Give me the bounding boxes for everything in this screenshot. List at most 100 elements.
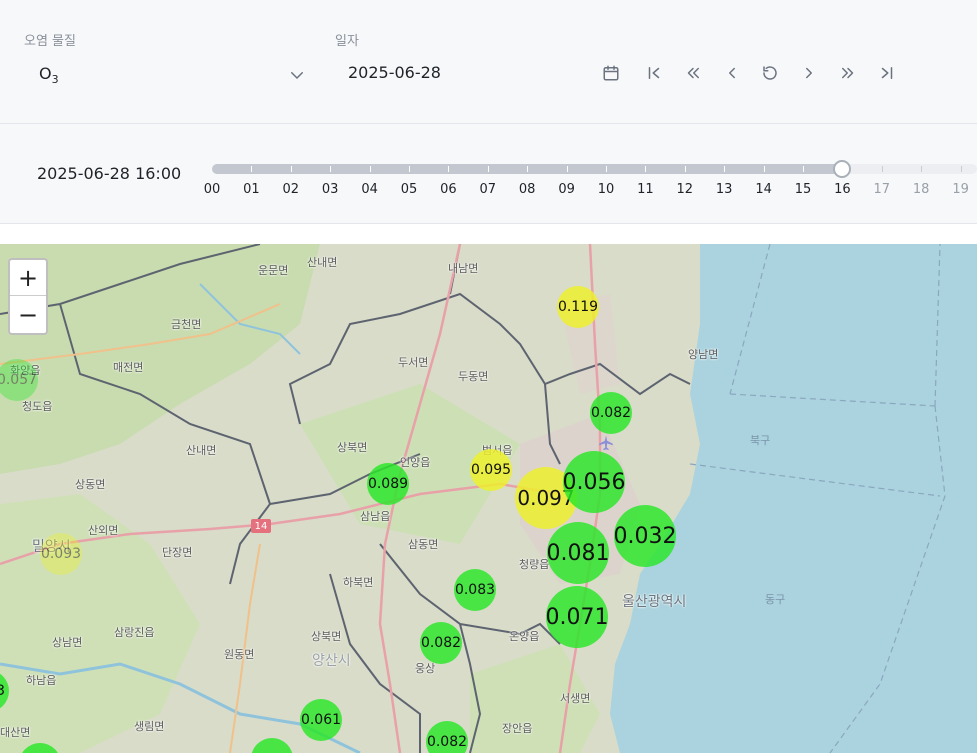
station-marker[interactable]: 0.082: [590, 392, 632, 434]
station-value: 0.082: [420, 635, 462, 651]
hour-tick: [684, 166, 686, 172]
station-value: 0.093: [40, 546, 82, 562]
place-label: 삼동면: [408, 538, 439, 551]
hour-label[interactable]: 11: [637, 182, 654, 197]
place-label: 북구: [750, 434, 771, 447]
place-label: 청도읍: [22, 400, 53, 413]
zoom-in-button[interactable]: +: [10, 260, 46, 296]
chevron-down-icon: [291, 72, 303, 80]
place-label: 동구: [765, 593, 786, 606]
station-value: 0.057: [0, 372, 38, 388]
station-marker[interactable]: 0.071: [546, 586, 609, 648]
place-label: 산외면: [88, 524, 119, 537]
pollutant-select[interactable]: O3: [24, 56, 312, 92]
hour-label[interactable]: 10: [598, 182, 615, 197]
reset-icon[interactable]: [759, 62, 781, 84]
place-label: 삼남읍: [360, 510, 391, 523]
double-chevron-right-icon[interactable]: [837, 62, 859, 84]
place-label: 원동면: [224, 648, 255, 661]
hour-label[interactable]: 06: [440, 182, 457, 197]
place-label: 양남면: [688, 348, 719, 361]
place-label: 청량읍: [519, 558, 550, 571]
pollutant-label: 오염 물질: [24, 34, 76, 49]
station-marker[interactable]: 0.093: [40, 533, 82, 575]
place-label: 대산면: [0, 726, 31, 739]
hour-label[interactable]: 08: [519, 182, 536, 197]
place-label: 운문면: [258, 264, 289, 277]
map-basemap: [0, 244, 977, 753]
hour-tick: [606, 166, 607, 172]
last-day-icon[interactable]: [876, 62, 898, 84]
hour-label[interactable]: 04: [361, 182, 378, 197]
place-label: 두동면: [458, 370, 489, 383]
station-value: 3: [0, 683, 5, 699]
double-chevron-left-icon[interactable]: [682, 62, 704, 84]
hour-label[interactable]: 02: [283, 182, 300, 197]
road-number-shield: 14: [251, 519, 271, 533]
zoom-out-button[interactable]: −: [10, 297, 46, 333]
hour-label[interactable]: 01: [243, 182, 260, 197]
place-label: 산내면: [307, 256, 338, 269]
hour-tick: [330, 166, 332, 172]
hour-tick: [566, 166, 568, 172]
hour-tick: [803, 166, 804, 172]
place-label: 생림면: [134, 720, 165, 733]
hour-label[interactable]: 05: [401, 182, 418, 197]
hour-tick: [409, 166, 410, 172]
hour-label[interactable]: 19: [952, 182, 969, 197]
control-panel: 오염 물질 O3 일자 2025-06-28: [0, 0, 977, 124]
chevron-right-icon[interactable]: [798, 62, 820, 84]
station-marker[interactable]: 0.081: [547, 522, 610, 584]
place-label: 장안읍: [502, 722, 533, 735]
hour-label[interactable]: 12: [677, 182, 694, 197]
station-marker[interactable]: 0.082: [420, 622, 462, 664]
hour-tick: [842, 166, 844, 172]
hour-tick: [724, 166, 726, 172]
station-marker[interactable]: 0.083: [454, 569, 496, 611]
hour-label[interactable]: 13: [716, 182, 733, 197]
hour-label[interactable]: 00: [204, 182, 221, 197]
station-marker[interactable]: 0.056: [563, 451, 626, 513]
hour-label[interactable]: 18: [913, 182, 930, 197]
zoom-control: + −: [8, 258, 48, 335]
place-label: 울산광역시: [622, 594, 687, 610]
date-label: 일자: [335, 34, 359, 49]
place-label: 매전면: [113, 361, 144, 374]
place-label: 내남면: [448, 262, 479, 275]
station-marker[interactable]: 0.089: [367, 463, 409, 505]
hour-label[interactable]: 17: [874, 182, 891, 197]
hour-tick: [763, 166, 765, 172]
hour-label[interactable]: 16: [834, 182, 851, 197]
hour-label[interactable]: 03: [322, 182, 339, 197]
first-day-icon[interactable]: [643, 62, 665, 84]
hour-tick: [527, 166, 529, 172]
station-value: 0.095: [470, 462, 512, 478]
hour-label[interactable]: 14: [755, 182, 772, 197]
hour-tick: [369, 166, 371, 172]
hour-tick: [290, 166, 292, 172]
station-value: 0.061: [300, 712, 342, 728]
place-label: 금천면: [171, 318, 202, 331]
chevron-left-icon[interactable]: [721, 62, 743, 84]
date-input[interactable]: 2025-06-28: [348, 63, 441, 82]
station-marker[interactable]: 0.119: [557, 286, 599, 328]
hour-tick: [251, 166, 253, 172]
time-slider-track[interactable]: [212, 160, 977, 178]
hour-label[interactable]: 15: [795, 182, 812, 197]
map[interactable]: 운문면 산내면 내남면 금천면 매전면 화양읍 청도읍 두서면 두동면 양남면 …: [0, 244, 977, 753]
station-marker[interactable]: 0.095: [470, 449, 512, 491]
place-label: 온양읍: [509, 630, 540, 643]
station-marker[interactable]: 0.032: [614, 505, 677, 567]
station-marker[interactable]: 0.061: [300, 699, 342, 741]
place-label: 상북면: [311, 630, 342, 643]
calendar-icon[interactable]: [600, 62, 622, 84]
hour-label[interactable]: 07: [480, 182, 497, 197]
hour-tick: [645, 166, 647, 172]
hour-tick: [960, 166, 962, 172]
place-label: 하남읍: [26, 674, 57, 687]
pollutant-value: O3: [39, 64, 59, 87]
hour-label[interactable]: 09: [558, 182, 575, 197]
place-label: 상남면: [52, 636, 83, 649]
hour-tick: [448, 166, 450, 172]
airport-icon: [599, 435, 613, 451]
